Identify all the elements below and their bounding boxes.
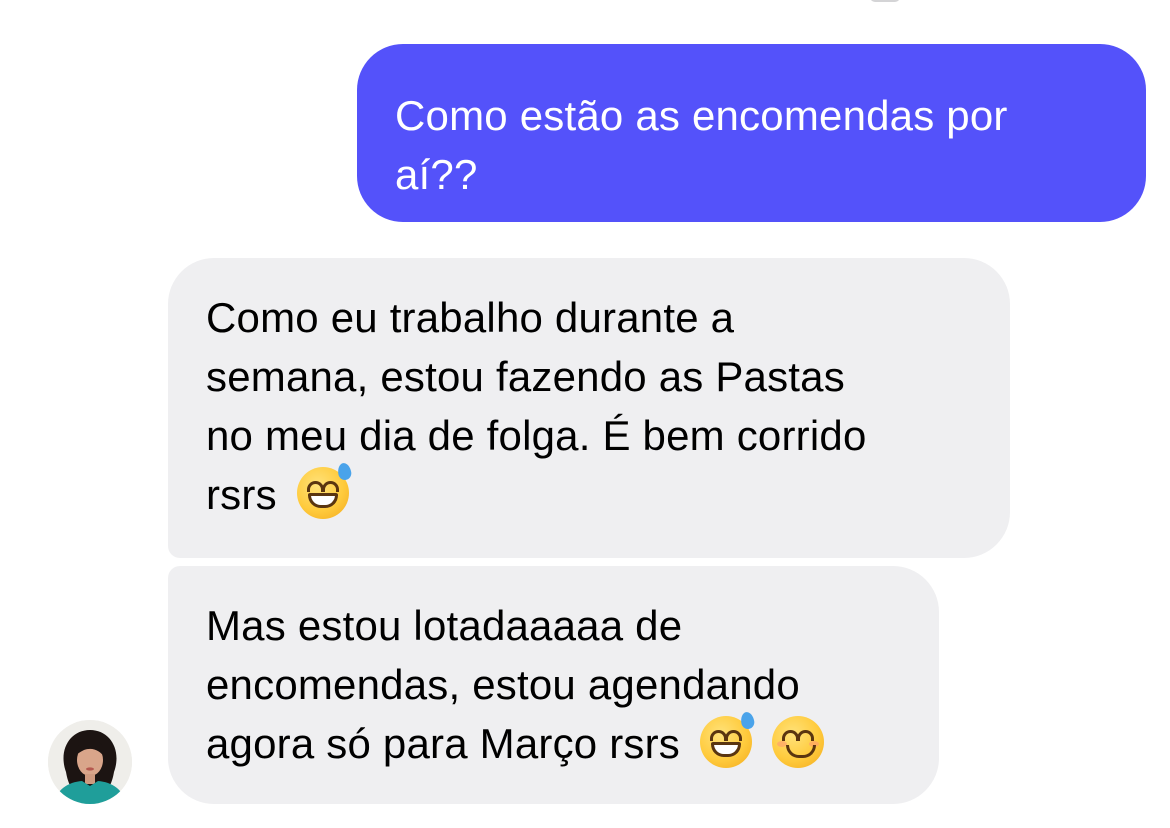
grinning-face-with-sweat-icon: [699, 711, 756, 768]
avatar-photo-icon: [48, 720, 132, 804]
message-text: rsrs: [206, 471, 277, 518]
message-line: no meu dia de folga. É bem corrido: [206, 412, 867, 459]
message-line-with-emoji: agora só para Março rsrs: [206, 711, 909, 773]
top-indicator: [870, 0, 900, 2]
smiling-face-icon: [771, 716, 824, 768]
message-line: Como eu trabalho durante a: [206, 294, 735, 341]
message-line: Mas estou lotadaaaaa de: [206, 602, 683, 649]
contact-avatar[interactable]: [48, 720, 132, 804]
incoming-message-bubble[interactable]: Como eu trabalho durante a semana, estou…: [168, 258, 1010, 558]
outgoing-message-bubble[interactable]: Como estão as encomendas por aí??: [357, 44, 1146, 222]
incoming-message-bubble[interactable]: Mas estou lotadaaaaa de encomendas, esto…: [168, 566, 939, 804]
message-line: semana, estou fazendo as Pastas: [206, 353, 845, 400]
message-text: agora só para Março rsrs: [206, 720, 680, 767]
message-line-with-emoji: rsrs: [206, 462, 980, 524]
grinning-face-with-sweat-icon: [296, 462, 353, 519]
message-line: aí??: [395, 151, 478, 198]
message-line: Como estão as encomendas por: [395, 92, 1008, 139]
message-line: encomendas, estou agendando: [206, 661, 800, 708]
